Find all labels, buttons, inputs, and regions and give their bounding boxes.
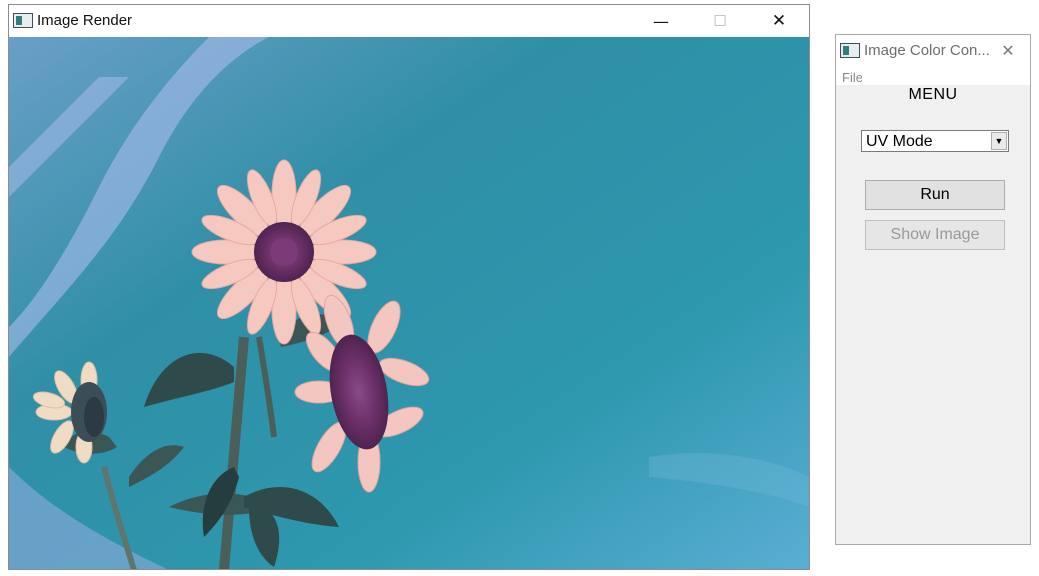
rendered-image (9, 37, 809, 569)
chevron-down-icon[interactable]: ▼ (991, 132, 1007, 150)
title-bar[interactable]: Image Color Con... ✕ (836, 35, 1030, 65)
image-render-window: Image Render — ☐ ✕ (8, 4, 810, 570)
show-image-button[interactable]: Show Image (865, 220, 1005, 250)
app-icon (13, 13, 33, 28)
minimize-button[interactable]: — (638, 5, 684, 37)
menu-heading: MENU (908, 86, 958, 103)
sunflower-image (9, 37, 809, 569)
mode-select-value: UV Mode (866, 133, 933, 150)
mode-select[interactable]: UV Mode ▼ (861, 130, 1009, 152)
close-button[interactable]: ✕ (986, 35, 1030, 65)
window-title: Image Render (37, 12, 133, 29)
run-button[interactable]: Run (865, 180, 1005, 210)
menu-file[interactable]: File (842, 70, 862, 85)
image-color-converter-window: Image Color Con... ✕ File MENU UV Mode ▼… (835, 34, 1031, 545)
menu-bar: File (836, 65, 1030, 85)
app-icon (840, 43, 860, 58)
window-title: Image Color Con... (864, 42, 990, 59)
title-bar[interactable]: Image Render — ☐ ✕ (9, 5, 809, 37)
maximize-button[interactable]: ☐ (697, 5, 743, 37)
close-button[interactable]: ✕ (756, 5, 802, 37)
